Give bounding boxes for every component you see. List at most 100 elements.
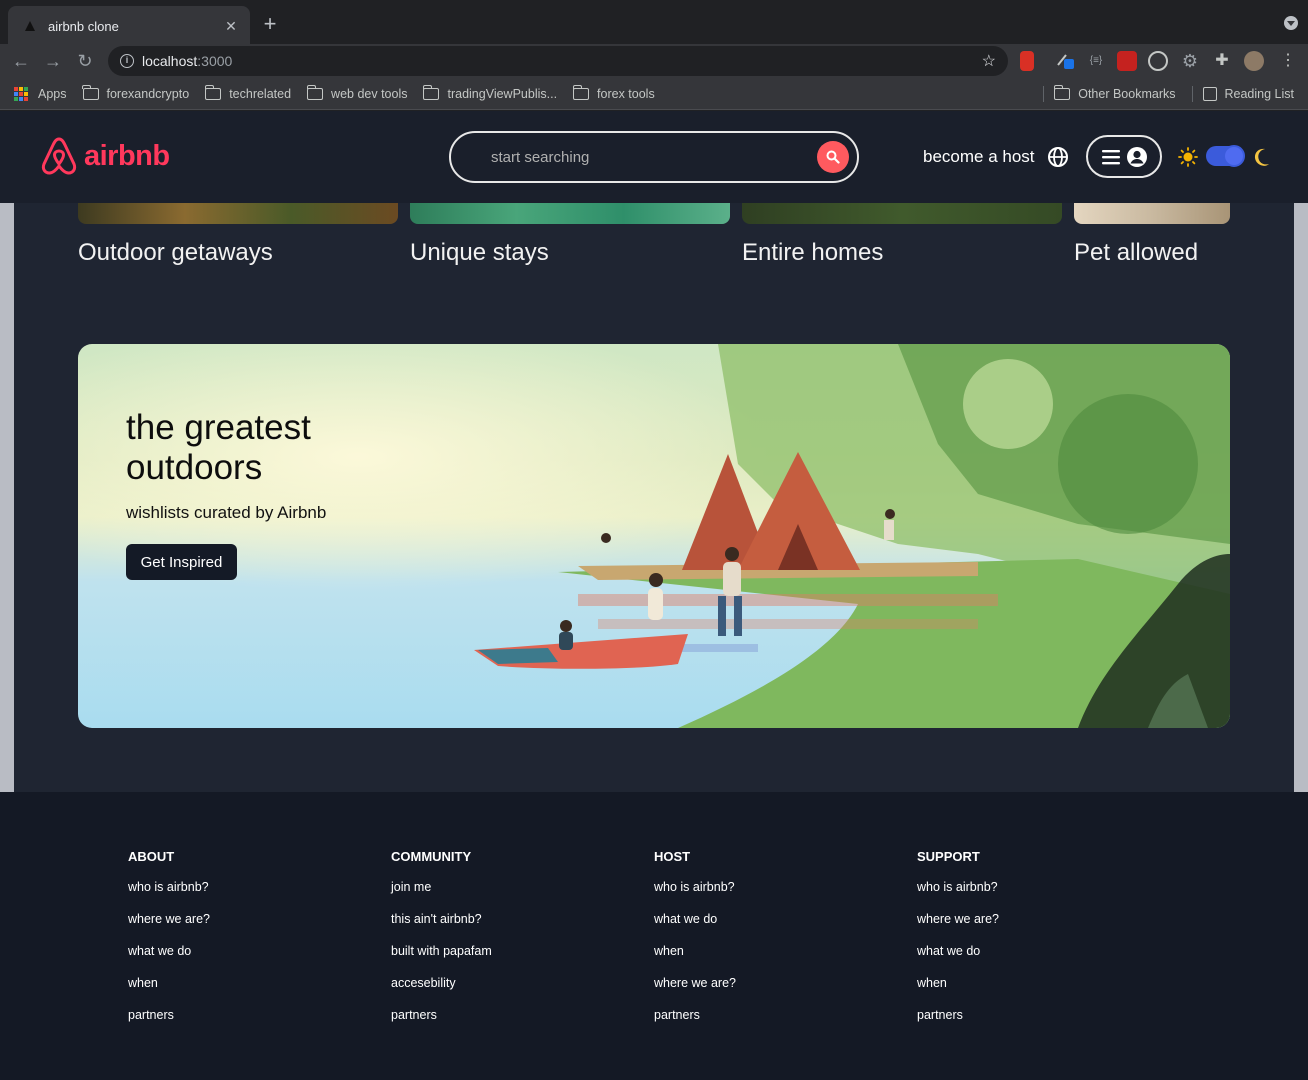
site-info-icon[interactable]: i xyxy=(120,54,134,68)
toggle-knob xyxy=(1223,145,1245,167)
footer-link[interactable]: what we do xyxy=(128,943,210,975)
reading-list-icon xyxy=(1202,87,1217,101)
footer-link[interactable]: join me xyxy=(391,879,492,911)
folder-icon xyxy=(204,84,222,100)
right-gutter xyxy=(1294,203,1308,792)
redux-extension-icon[interactable] xyxy=(1117,51,1137,71)
card-image-homes[interactable] xyxy=(742,203,1062,224)
bookmark-folder[interactable]: techrelated xyxy=(204,84,291,101)
footer-link[interactable]: who is airbnb? xyxy=(128,879,210,911)
reading-list-label: Reading List xyxy=(1224,87,1295,101)
footer-heading: COMMUNITY xyxy=(391,849,472,864)
close-tab-icon[interactable]: ✕ xyxy=(222,17,240,35)
footer-link[interactable]: partners xyxy=(391,1007,492,1039)
other-bookmarks[interactable]: Other Bookmarks xyxy=(1053,85,1176,101)
browser-tab[interactable]: airbnb clone ✕ xyxy=(8,6,250,46)
address-bar[interactable]: i localhost :3000 ☆ xyxy=(108,46,1008,76)
reload-button[interactable]: ↻ xyxy=(72,48,98,74)
folder-icon xyxy=(572,84,590,100)
footer-heading: ABOUT xyxy=(128,849,175,864)
airbnb-logo[interactable]: airbnb xyxy=(40,135,170,177)
site-footer: ABOUT who is airbnb? where we are? what … xyxy=(0,792,1308,1080)
other-bookmarks-label: Other Bookmarks xyxy=(1078,87,1176,101)
office-extension-icon[interactable] xyxy=(1020,51,1034,71)
search-icon xyxy=(826,150,840,164)
sun-icon xyxy=(1178,147,1198,172)
browser-toolbar: ← → ↻ i localhost :3000 ☆ {≡} ⚙ ✚ ⋮ xyxy=(0,44,1308,78)
bookmark-label: tradingViewPublis... xyxy=(447,86,558,101)
json-extension-icon[interactable]: {≡} xyxy=(1086,51,1106,71)
reading-list[interactable]: Reading List xyxy=(1202,87,1295,101)
main-content: Outdoor getaways Unique stays Entire hom… xyxy=(14,203,1294,792)
search-button[interactable] xyxy=(817,141,849,173)
inspiration-banner: the greatest outdoors wishlists curated … xyxy=(78,344,1230,728)
new-tab-button[interactable]: + xyxy=(258,12,282,36)
apps-grid-icon xyxy=(14,86,28,101)
folder-icon xyxy=(422,84,440,100)
footer-heading: HOST xyxy=(654,849,691,864)
footer-link[interactable]: where we are? xyxy=(917,911,999,943)
bookmarks-bar: Apps forexandcrypto techrelated web dev … xyxy=(0,78,1308,110)
back-button[interactable]: ← xyxy=(8,48,34,74)
card-title[interactable]: Pet allowed xyxy=(1074,239,1198,267)
footer-link[interactable]: where we are? xyxy=(128,911,210,943)
browser-menu-icon[interactable]: ⋮ xyxy=(1278,51,1298,71)
card-image-pets[interactable] xyxy=(1074,203,1230,224)
color-picker-extension-icon[interactable] xyxy=(1056,51,1076,71)
bookmarks-right-group: Other Bookmarks Reading List xyxy=(1043,78,1294,110)
user-menu-button[interactable] xyxy=(1086,135,1162,178)
footer-link[interactable]: when xyxy=(128,975,210,1007)
banner-subtitle: wishlists curated by Airbnb xyxy=(126,503,327,522)
footer-link[interactable]: partners xyxy=(654,1007,736,1039)
bookmark-folder[interactable]: forex tools xyxy=(572,84,655,101)
target-extension-icon[interactable] xyxy=(1148,51,1168,71)
footer-link[interactable]: partners xyxy=(128,1007,210,1039)
forward-button[interactable]: → xyxy=(40,48,66,74)
puzzle-extensions-icon[interactable]: ✚ xyxy=(1212,51,1232,71)
get-inspired-button[interactable]: Get Inspired xyxy=(126,544,237,580)
footer-link[interactable]: where we are? xyxy=(654,975,736,1007)
hamburger-menu-icon xyxy=(1101,149,1120,164)
footer-link[interactable]: what we do xyxy=(917,943,999,975)
footer-link[interactable]: who is airbnb? xyxy=(917,879,999,911)
tab-search-icon[interactable] xyxy=(1284,16,1298,30)
footer-heading: SUPPORT xyxy=(917,849,980,864)
bookmark-folder[interactable]: forexandcrypto xyxy=(82,84,190,101)
card-image-unique[interactable] xyxy=(410,203,730,224)
bookmark-label: Apps xyxy=(38,86,67,101)
browser-tab-bar: airbnb clone ✕ + xyxy=(0,0,1308,46)
footer-link[interactable]: partners xyxy=(917,1007,999,1039)
bookmark-folder[interactable]: web dev tools xyxy=(306,84,407,101)
folder-icon xyxy=(1053,85,1071,100)
bookmark-star-icon[interactable]: ☆ xyxy=(982,51,996,71)
folder-icon xyxy=(82,84,99,100)
moon-icon xyxy=(1252,147,1272,172)
footer-link[interactable]: this ain't airbnb? xyxy=(391,911,492,943)
card-title[interactable]: Unique stays xyxy=(410,239,549,267)
tab-title: airbnb clone xyxy=(48,18,119,34)
search-bar[interactable]: start searching xyxy=(449,131,859,183)
globe-icon[interactable] xyxy=(1047,146,1069,173)
bookmark-folder[interactable]: tradingViewPublis... xyxy=(422,84,558,101)
card-image-outdoor[interactable] xyxy=(78,203,398,224)
become-host-link[interactable]: become a host xyxy=(923,147,1035,167)
card-title[interactable]: Entire homes xyxy=(742,239,883,267)
bookmark-label: forexandcrypto xyxy=(106,86,190,101)
profile-avatar[interactable] xyxy=(1244,51,1264,71)
banner-title: the greatest outdoors xyxy=(126,408,311,487)
url-host: localhost xyxy=(142,53,198,69)
card-title[interactable]: Outdoor getaways xyxy=(78,239,273,267)
footer-link[interactable]: who is airbnb? xyxy=(654,879,736,911)
footer-link[interactable]: built with papafam xyxy=(391,943,492,975)
bookmark-divider xyxy=(1043,86,1045,102)
search-input[interactable]: start searching xyxy=(491,149,589,166)
bookmark-label: forex tools xyxy=(597,86,655,101)
footer-column-community: COMMUNITY join me this ain't airbnb? bui… xyxy=(391,849,492,1039)
dark-mode-toggle[interactable] xyxy=(1206,145,1245,167)
settings-extension-icon[interactable]: ⚙ xyxy=(1180,51,1200,71)
bookmark-apps[interactable]: Apps xyxy=(14,86,67,101)
footer-link[interactable]: accesebility xyxy=(391,975,492,1007)
footer-link[interactable]: what we do xyxy=(654,911,736,943)
footer-link[interactable]: when xyxy=(917,975,999,1007)
footer-link[interactable]: when xyxy=(654,943,736,975)
